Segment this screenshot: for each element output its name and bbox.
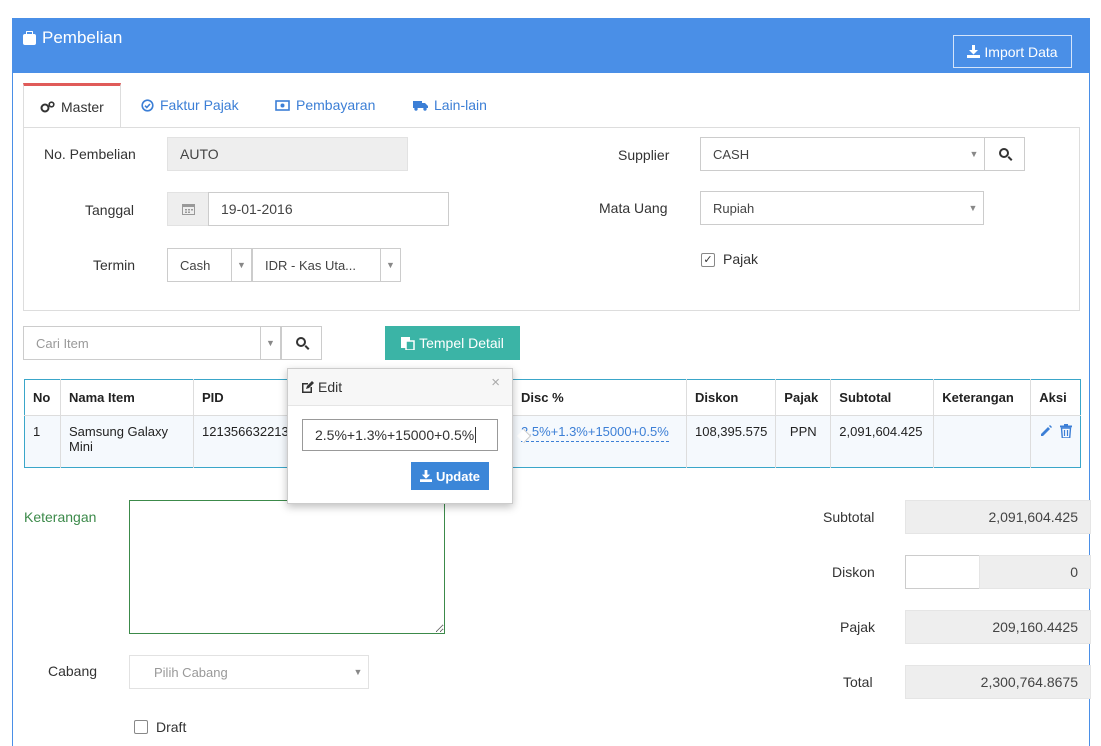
panel-header: Pembelian Import Data <box>13 19 1090 73</box>
table-row: 1 Samsung Galaxy Mini 121356632213 2.5%+… <box>24 415 1081 468</box>
page-title: Pembelian <box>23 28 122 48</box>
col-keterangan: Keterangan <box>933 379 1032 416</box>
edit-icon[interactable] <box>1039 424 1053 438</box>
col-no: No <box>24 379 61 416</box>
pajak-checkbox[interactable]: ✓ <box>701 253 715 267</box>
col-diskon: Diskon <box>686 379 777 416</box>
supplier-label: Supplier <box>618 147 670 163</box>
cell-diskon: 108,395.575 <box>686 415 777 468</box>
tab-pembayaran[interactable]: Pembayaran <box>275 83 375 127</box>
calendar-addon <box>167 192 209 226</box>
edit-popover: Edit × 2.5%+1.3%+15000+0.5% Update <box>287 368 513 504</box>
supplier-search-button[interactable] <box>984 137 1025 171</box>
cell-pajak-link[interactable]: PPN <box>775 415 832 468</box>
chevron-down-icon: ▼ <box>260 327 280 359</box>
download-icon <box>967 45 981 58</box>
popover-header: Edit <box>288 369 512 406</box>
cell-no: 1 <box>24 415 61 468</box>
total-label: Total <box>843 674 873 690</box>
items-table: No Nama Item PID Disc % Diskon Pajak Sub… <box>24 379 1081 468</box>
update-button[interactable]: Update <box>411 462 489 490</box>
subtotal-field: 2,091,604.425 <box>905 500 1091 534</box>
mata-uang-select[interactable]: Rupiah ▼ <box>700 191 984 225</box>
no-pembelian-label: No. Pembelian <box>44 146 136 162</box>
close-icon[interactable]: × <box>491 374 500 391</box>
col-pajak: Pajak <box>775 379 832 416</box>
truck-icon <box>413 100 428 111</box>
col-disc: Disc % <box>512 379 687 416</box>
cell-aksi <box>1031 416 1081 468</box>
supplier-select[interactable]: CASH ▼ <box>700 137 985 171</box>
keterangan-label: Keterangan <box>24 509 97 525</box>
draft-label: Draft <box>156 719 187 735</box>
cell-subtotal: 2,091,604.425 <box>830 415 935 468</box>
diskon-input[interactable] <box>905 555 980 589</box>
tab-faktur-pajak[interactable]: Faktur Pajak <box>141 83 239 127</box>
tanggal-label: Tanggal <box>85 202 135 218</box>
col-aksi: Aksi <box>1030 379 1081 416</box>
text-cursor <box>475 427 477 443</box>
item-search-select[interactable]: Cari Item ▼ <box>23 326 281 360</box>
search-icon <box>295 337 306 347</box>
edit-square-icon <box>302 380 314 393</box>
cell-nama-item: Samsung Galaxy Mini <box>60 415 194 468</box>
check-circle-icon <box>141 98 154 112</box>
pajak-total-field: 209,160.4425 <box>905 610 1091 644</box>
cell-keterangan[interactable] <box>933 415 1032 468</box>
disc-editable-link[interactable]: 2.5%+1.3%+15000+0.5% <box>521 424 669 442</box>
import-data-button[interactable]: Import Data <box>953 35 1072 68</box>
tab-master[interactable]: Master <box>23 83 121 128</box>
termin-select[interactable]: Cash ▼ <box>167 248 252 282</box>
calendar-icon <box>181 204 195 215</box>
tempel-detail-button[interactable]: Tempel Detail <box>385 326 520 360</box>
mata-uang-label: Mata Uang <box>599 200 668 216</box>
diskon-label: Diskon <box>832 564 875 580</box>
tab-lain-lain[interactable]: Lain-lain <box>413 83 487 127</box>
briefcase-icon <box>23 30 36 45</box>
pajak-checkbox-label: Pajak <box>723 251 759 267</box>
draft-checkbox[interactable] <box>134 720 148 734</box>
kas-select[interactable]: IDR - Kas Uta... ▼ <box>252 248 401 282</box>
chevron-down-icon: ▼ <box>380 249 400 281</box>
cabang-label: Cabang <box>48 663 98 679</box>
tanggal-input[interactable]: 19-01-2016 <box>208 192 449 226</box>
cell-disc: 2.5%+1.3%+15000+0.5% <box>512 415 687 468</box>
col-subtotal: Subtotal <box>830 379 935 416</box>
trash-icon[interactable] <box>1060 424 1072 439</box>
money-icon <box>275 99 290 111</box>
pembelian-panel: Pembelian Import Data Master Faktur Paja… <box>12 18 1091 746</box>
disc-edit-input[interactable]: 2.5%+1.3%+15000+0.5% <box>302 419 498 451</box>
subtotal-label: Subtotal <box>823 509 875 525</box>
col-nama-item: Nama Item <box>60 379 194 416</box>
chevron-down-icon: ▼ <box>969 149 979 159</box>
diskon-field: 0 <box>979 555 1091 589</box>
pajak-total-label: Pajak <box>840 619 876 635</box>
keterangan-textarea[interactable] <box>129 500 445 634</box>
total-field: 2,300,764.8675 <box>905 665 1091 699</box>
chevron-down-icon: ▼ <box>231 249 251 281</box>
cabang-select[interactable]: Pilih Cabang ▼ <box>129 655 369 689</box>
termin-label: Termin <box>93 257 136 273</box>
search-icon <box>998 148 1009 158</box>
no-pembelian-field: AUTO <box>167 137 408 171</box>
chevron-down-icon: ▼ <box>968 203 978 213</box>
download-icon <box>419 470 432 482</box>
item-search-button[interactable] <box>281 326 322 360</box>
paste-icon <box>401 337 415 350</box>
chevron-down-icon: ▼ <box>353 667 363 677</box>
cogs-icon <box>40 101 55 113</box>
